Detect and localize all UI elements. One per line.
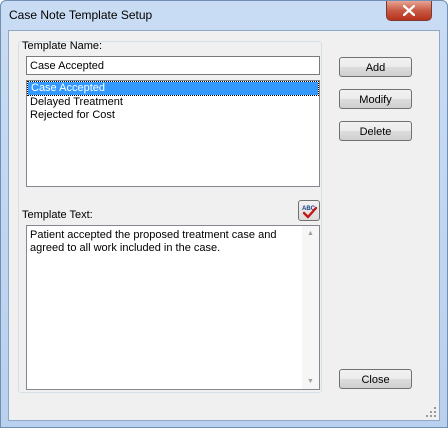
spellcheck-icon: ABC (302, 206, 318, 219)
dialog-window: Case Note Template Setup Template Name: … (0, 0, 448, 428)
template-name-label: Template Name: (22, 40, 103, 52)
add-button[interactable]: Add (339, 57, 412, 77)
delete-button[interactable]: Delete (339, 121, 412, 141)
modify-button[interactable]: Modify (339, 89, 412, 109)
template-list-item[interactable]: Case Accepted (27, 81, 319, 96)
title-bar[interactable]: Case Note Template Setup (1, 1, 447, 29)
template-list-item[interactable]: Delayed Treatment (27, 96, 319, 109)
scroll-down-arrow-icon[interactable]: ▼ (307, 378, 314, 385)
scroll-up-arrow-icon[interactable]: ▲ (307, 230, 314, 237)
window-close-button[interactable] (386, 1, 432, 21)
template-text-label: Template Text: (22, 209, 93, 221)
template-text-scrollbar[interactable]: ▲ ▼ (302, 226, 319, 389)
window-title: Case Note Template Setup (9, 8, 153, 22)
close-icon (403, 5, 415, 16)
template-name-input[interactable] (26, 56, 320, 75)
spellcheck-button[interactable]: ABC (298, 200, 320, 221)
template-listbox[interactable]: Case Accepted Delayed Treatment Rejected… (26, 80, 320, 187)
template-list-item[interactable]: Rejected for Cost (27, 109, 319, 122)
template-text-area[interactable]: Patient accepted the proposed treatment … (26, 225, 320, 390)
dialog-client-area: Template Name: Case Accepted Delayed Tre… (8, 30, 440, 421)
resize-grip-icon[interactable] (426, 407, 437, 418)
template-text-content: Patient accepted the proposed treatment … (30, 229, 277, 254)
close-button[interactable]: Close (339, 369, 412, 389)
